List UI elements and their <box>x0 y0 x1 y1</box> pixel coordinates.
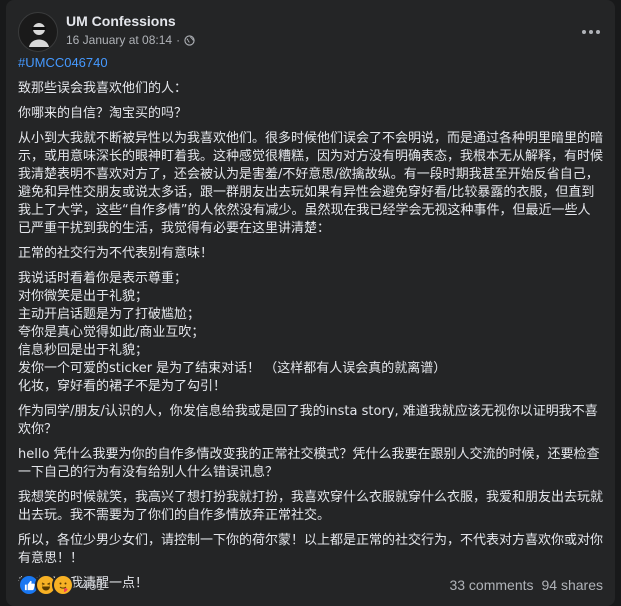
post-paragraph: 我说话时看着你是表示尊重； 对你微笑是出于礼貌； 主动开启话题是为了打破尴尬； … <box>18 271 447 394</box>
post-paragraph: 正常的社交行为不代表别有意味！ <box>18 246 214 261</box>
hashtag-link[interactable]: #UMCC046740 <box>18 55 108 70</box>
post-paragraph: 作为同学/朋友/认识的人，你发信息给我或是回了我的insta story, 难道… <box>18 404 598 437</box>
care-reaction-icon <box>52 574 74 596</box>
post-body: #UMCC046740 致那些误会我喜欢他们的人： 你哪来的自信？淘宝买的吗？ … <box>18 54 603 600</box>
post-card: UM Confessions 16 January at 08:14 · #UM… <box>6 0 615 606</box>
post-footer: 461 33 comments 94 shares <box>18 574 603 596</box>
reaction-count: 461 <box>81 577 105 593</box>
post-paragraph: hello 凭什么我要为你的自作多情改变我的正常社交模式？凭什么我要在跟别人交流… <box>18 447 600 480</box>
post-paragraph: 你哪来的自信？淘宝买的吗？ <box>18 106 188 121</box>
post-date[interactable]: 16 January at 08:14 <box>66 33 172 47</box>
post-meta: 16 January at 08:14 · <box>66 33 195 47</box>
page-name[interactable]: UM Confessions <box>66 13 176 29</box>
post-paragraph: 致那些误会我喜欢他们的人： <box>18 81 188 96</box>
globe-icon[interactable] <box>184 34 195 46</box>
post-paragraph: 我想笑的时候就笑，我高兴了想打扮我就打扮，我喜欢穿什么衣服就穿什么衣服，我爱和朋… <box>18 490 604 523</box>
page-avatar[interactable] <box>18 12 58 52</box>
post-paragraph: 所以，各位少男少女们，请控制一下你的荷尔蒙！以上都是正常的社交行为，不代表对方喜… <box>18 533 604 566</box>
post-paragraph: 从小到大我就不断被异性以为我喜欢他们。很多时候他们误会了不会明说，而是通过各种明… <box>18 131 604 236</box>
meta-separator: · <box>176 33 181 47</box>
post-header: UM Confessions 16 January at 08:14 · <box>18 12 603 52</box>
comments-count-link[interactable]: 33 comments <box>449 577 533 593</box>
reactions-summary[interactable]: 461 <box>18 574 104 596</box>
shares-count-link[interactable]: 94 shares <box>542 577 603 593</box>
more-options-icon[interactable] <box>579 20 603 44</box>
